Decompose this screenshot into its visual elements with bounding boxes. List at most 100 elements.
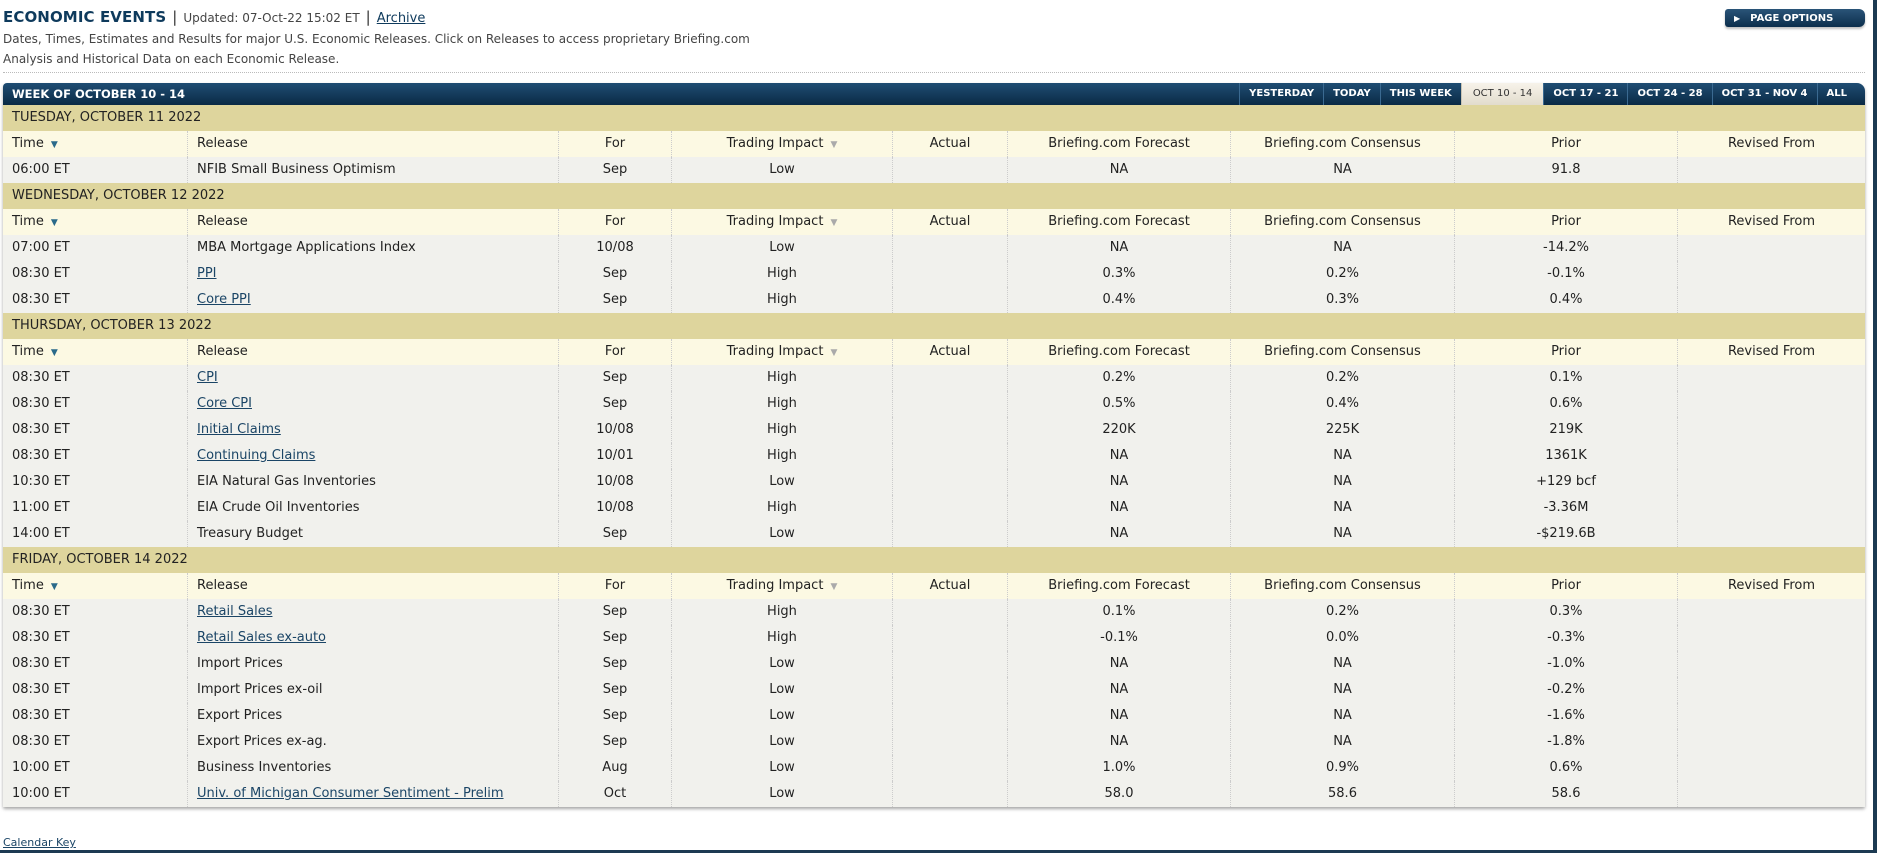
column-header-consensus-label: Briefing.com Consensus (1264, 344, 1421, 359)
cell-consensus: NA (1231, 521, 1455, 547)
page-options-button[interactable]: ▶ PAGE OPTIONS (1725, 9, 1865, 27)
column-header-trading-impact-label: Trading Impact (726, 578, 824, 593)
column-header-trading-impact[interactable]: Trading Impact ▼ (672, 573, 893, 599)
calendar-key-link[interactable]: Calendar Key (3, 836, 76, 849)
column-header-forecast: Briefing.com Forecast (1008, 209, 1231, 235)
column-header-for-label: For (604, 136, 626, 151)
cell-forecast: NA (1008, 469, 1231, 495)
day-section: FRIDAY, OCTOBER 14 2022 Time ▼ Release For Tr… (3, 547, 1865, 807)
cell-actual (893, 235, 1008, 261)
tab-oct-10-14[interactable]: OCT 10 - 14 (1460, 83, 1544, 105)
cell-impact: High (672, 599, 893, 625)
release-link[interactable]: Core PPI (197, 292, 251, 307)
sort-arrow-icon[interactable]: ▼ (830, 140, 837, 150)
cell-forecast: NA (1008, 651, 1231, 677)
cell-forecast: NA (1008, 157, 1231, 183)
cell-actual (893, 729, 1008, 755)
column-header-revised-from-label: Revised From (1727, 214, 1816, 229)
tab-all[interactable]: ALL (1816, 83, 1865, 105)
cell-release: EIA Crude Oil Inventories (188, 495, 559, 521)
tab-oct-31-nov-4[interactable]: OCT 31 - NOV 4 (1711, 83, 1817, 105)
release-link[interactable]: CPI (197, 370, 218, 385)
column-header-time[interactable]: Time ▼ (3, 131, 188, 157)
tab-oct-17-21[interactable]: OCT 17 - 21 (1543, 83, 1627, 105)
column-header-release: Release (188, 573, 559, 599)
cell-actual (893, 443, 1008, 469)
cell-revised (1678, 495, 1865, 521)
sort-arrow-icon[interactable]: ▼ (51, 582, 58, 592)
cell-forecast: NA (1008, 703, 1231, 729)
column-header-revised-from-label: Revised From (1727, 344, 1816, 359)
cell-revised (1678, 287, 1865, 313)
cell-impact: Low (672, 651, 893, 677)
sort-arrow-icon[interactable]: ▼ (830, 582, 837, 592)
tab-this-week[interactable]: THIS WEEK (1379, 83, 1461, 105)
release-link[interactable]: Initial Claims (197, 422, 281, 437)
column-header-revised-from: Revised From (1678, 573, 1865, 599)
cell-actual (893, 599, 1008, 625)
release-link[interactable]: PPI (197, 266, 217, 281)
cell-revised (1678, 521, 1865, 547)
table-row: 08:30 ET CPI Sep High 0.2% 0.2% 0.1% (3, 365, 1865, 391)
column-header-actual: Actual (893, 131, 1008, 157)
day-heading: FRIDAY, OCTOBER 14 2022 (3, 547, 1865, 573)
release-link[interactable]: Core CPI (197, 396, 252, 411)
column-header-consensus-label: Briefing.com Consensus (1264, 214, 1421, 229)
cell-prior: -1.0% (1455, 651, 1678, 677)
column-header-actual-label: Actual (929, 578, 971, 593)
cell-time: 07:00 ET (3, 235, 188, 261)
cell-prior: 219K (1455, 417, 1678, 443)
cell-time: 08:30 ET (3, 365, 188, 391)
cell-consensus: 0.4% (1231, 391, 1455, 417)
cell-impact: Low (672, 781, 893, 807)
sort-arrow-icon[interactable]: ▼ (830, 348, 837, 358)
column-header-trading-impact[interactable]: Trading Impact ▼ (672, 209, 893, 235)
cell-consensus: NA (1231, 157, 1455, 183)
cell-impact: High (672, 443, 893, 469)
column-header-time[interactable]: Time ▼ (3, 209, 188, 235)
cell-time: 08:30 ET (3, 651, 188, 677)
column-header-forecast: Briefing.com Forecast (1008, 131, 1231, 157)
cell-actual (893, 157, 1008, 183)
release-link[interactable]: Continuing Claims (197, 448, 315, 463)
column-header-for-label: For (604, 214, 626, 229)
tab-yesterday[interactable]: YESTERDAY (1239, 83, 1323, 105)
cell-time: 08:30 ET (3, 417, 188, 443)
table-row: 08:30 ET Export Prices Sep Low NA NA -1.6% (3, 703, 1865, 729)
column-header-trading-impact-label: Trading Impact (726, 136, 824, 151)
column-header-trading-impact[interactable]: Trading Impact ▼ (672, 339, 893, 365)
column-header-forecast: Briefing.com Forecast (1008, 339, 1231, 365)
column-header-actual-label: Actual (929, 214, 971, 229)
cell-for: Sep (559, 677, 672, 703)
cell-actual (893, 287, 1008, 313)
column-header-time[interactable]: Time ▼ (3, 339, 188, 365)
sort-arrow-icon[interactable]: ▼ (51, 140, 58, 150)
cell-release: Core CPI (188, 391, 559, 417)
cell-impact: Low (672, 521, 893, 547)
column-header-trading-impact-label: Trading Impact (726, 344, 824, 359)
cell-release: Continuing Claims (188, 443, 559, 469)
day-section: THURSDAY, OCTOBER 13 2022 Time ▼ Release For… (3, 313, 1865, 547)
sort-arrow-icon[interactable]: ▼ (51, 218, 58, 228)
cell-time: 08:30 ET (3, 287, 188, 313)
cell-time: 08:30 ET (3, 261, 188, 287)
cell-consensus: NA (1231, 677, 1455, 703)
archive-link[interactable]: Archive (377, 11, 426, 26)
tab-oct-24-28[interactable]: OCT 24 - 28 (1627, 83, 1711, 105)
cell-release: Retail Sales ex-auto (188, 625, 559, 651)
release-link[interactable]: Retail Sales ex-auto (197, 630, 326, 645)
column-header-trading-impact[interactable]: Trading Impact ▼ (672, 131, 893, 157)
release-link[interactable]: Univ. of Michigan Consumer Sentiment - P… (197, 786, 504, 801)
release-link[interactable]: Retail Sales (197, 604, 272, 619)
cell-release: Business Inventories (188, 755, 559, 781)
column-header-forecast-label: Briefing.com Forecast (1048, 578, 1190, 593)
cell-consensus: 0.2% (1231, 599, 1455, 625)
column-header-time[interactable]: Time ▼ (3, 573, 188, 599)
sort-arrow-icon[interactable]: ▼ (51, 348, 58, 358)
column-header-for: For (559, 209, 672, 235)
column-header-release-label: Release (197, 578, 248, 593)
sort-arrow-icon[interactable]: ▼ (830, 218, 837, 228)
cell-forecast: 0.4% (1008, 287, 1231, 313)
column-header-release: Release (188, 209, 559, 235)
tab-today[interactable]: TODAY (1323, 83, 1380, 105)
